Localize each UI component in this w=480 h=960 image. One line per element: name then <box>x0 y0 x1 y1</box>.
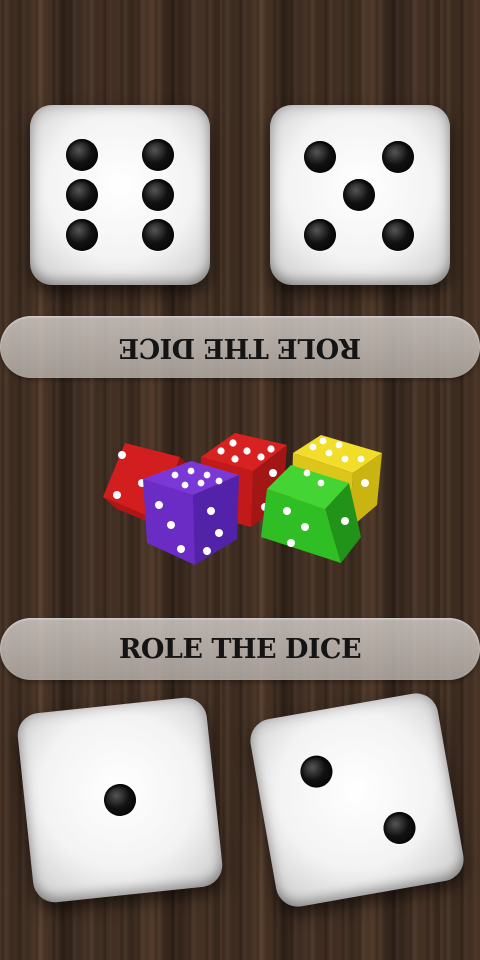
pip-icon <box>297 753 335 791</box>
pip-icon <box>66 179 98 211</box>
bottom-left-die[interactable] <box>15 695 225 905</box>
top-roll-dice-label: ROLE THE DICE <box>118 331 362 363</box>
colored-dice-cluster-icon <box>103 433 382 565</box>
top-right-die[interactable] <box>270 105 450 285</box>
bottom-right-die[interactable] <box>246 689 468 911</box>
pip-icon <box>66 139 98 171</box>
pip-icon <box>142 139 174 171</box>
pip-icon <box>343 179 375 211</box>
pip-icon <box>304 141 336 173</box>
bottom-roll-dice-label: ROLE THE DICE <box>118 633 362 665</box>
pip-icon <box>382 219 414 251</box>
pip-icon <box>304 219 336 251</box>
pip-icon <box>142 179 174 211</box>
top-roll-dice-button[interactable]: ROLE THE DICE <box>0 316 480 378</box>
pip-icon <box>382 141 414 173</box>
pip-icon <box>380 809 419 847</box>
pip-icon <box>102 782 138 818</box>
pip-icon <box>142 219 174 251</box>
pip-icon <box>66 219 98 251</box>
bottom-roll-dice-button[interactable]: ROLE THE DICE <box>0 618 480 680</box>
top-left-die[interactable] <box>30 105 210 285</box>
purple-die-icon <box>143 461 239 565</box>
